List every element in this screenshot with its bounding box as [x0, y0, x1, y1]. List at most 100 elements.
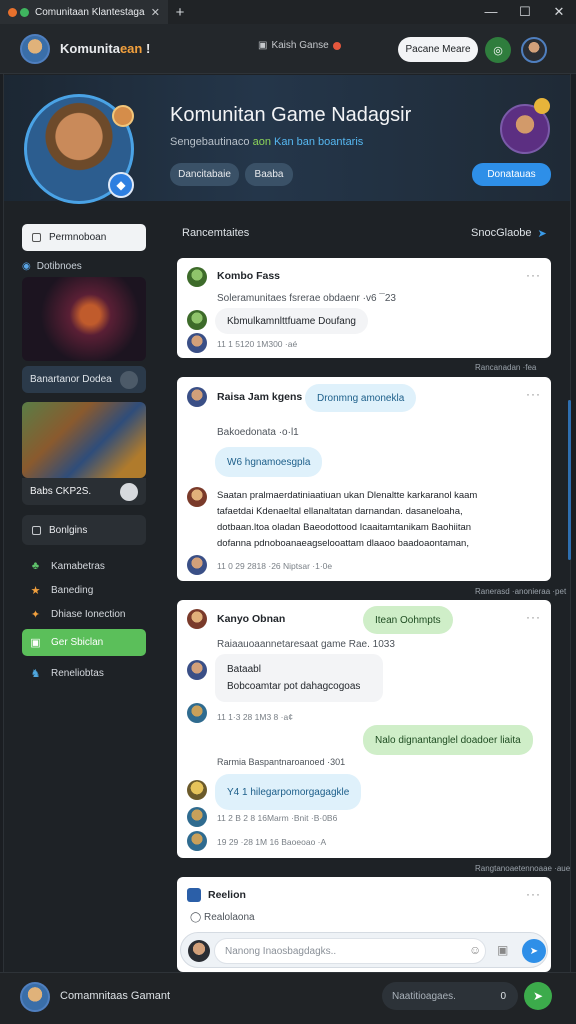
app-title: Komunitaean !	[60, 41, 150, 56]
featured-game-image-2[interactable]	[22, 402, 146, 478]
close-window-button[interactable]: ✕	[542, 4, 576, 20]
tab-close-icon[interactable]: ✕	[151, 6, 160, 19]
feed-sort-link[interactable]: SnocGlaobe ➤	[471, 227, 547, 240]
more-options-icon[interactable]: ···	[526, 387, 541, 401]
calendar-icon: ▣	[30, 637, 41, 649]
header-center-link[interactable]: ▣ Kaish Ganse	[258, 40, 341, 51]
reply-bubble-own: Nalo dignantanglel doadoer liaita	[363, 725, 533, 755]
card1-caption-text: Banartanor Dodea	[30, 374, 112, 385]
square-icon	[32, 525, 41, 535]
sidebar-item-4-active[interactable]: ▣ Ger Sbiclan	[22, 629, 146, 656]
reply-avatar[interactable]	[187, 310, 207, 330]
footer-avatar[interactable]	[20, 982, 50, 1012]
post-author[interactable]: Reelion	[208, 889, 246, 901]
app-title-main: Komunita	[60, 41, 120, 56]
header-status-icon[interactable]: ◎	[485, 37, 511, 63]
author-avatar[interactable]	[187, 387, 207, 407]
subtitle-plain: Sengebautinaco	[170, 136, 250, 148]
gamepad-icon: ▣	[258, 40, 268, 51]
app-logo-avatar[interactable]	[20, 33, 50, 64]
post-meta: 11 1·3 28 1M3 8 ·a¢	[217, 712, 293, 722]
footer-send-icon[interactable]: ➤	[524, 982, 552, 1010]
post-sub: ◯ Realolaona	[190, 912, 255, 923]
community-subtitle: Sengebautinaco aon Kan ban boantaris	[170, 136, 363, 148]
send-icon[interactable]: ➤	[522, 939, 546, 963]
reply-bubble: Kbmulkamnlttfuame Doufang	[215, 308, 368, 334]
member-badge-icon	[534, 98, 550, 114]
author-avatar[interactable]	[187, 267, 207, 287]
post-line: Bakoedonata ·o·l1	[217, 427, 299, 438]
user-avatar[interactable]	[521, 37, 547, 63]
tab-favicon-icon	[8, 7, 17, 17]
reply-avatar[interactable]	[187, 807, 207, 827]
featured-game-image-1[interactable]	[22, 277, 146, 361]
subtitle-green: aon	[252, 136, 271, 148]
app-header: Komunitaean ! ▣ Kaish Ganse Pacane Meare…	[0, 24, 576, 74]
post-separator-note: Ranerasd ·anonieraa ·pet	[475, 587, 567, 596]
sidebar-item-label: Baneding	[51, 584, 94, 596]
hero-pill-button-b[interactable]: Baaba	[245, 163, 293, 186]
sidebar-item-1[interactable]: ♣ Kamabetras	[22, 554, 146, 578]
tab-extension-icon	[20, 7, 29, 17]
post-sub-text: Realolaona	[203, 912, 255, 923]
sidebar-section-button[interactable]: Bonlgins	[22, 515, 146, 545]
sidebar-top-label: Permnoboan	[49, 232, 107, 243]
minimize-button[interactable]: —	[474, 4, 508, 20]
card2-action-icon[interactable]	[120, 482, 138, 501]
reply-avatar[interactable]	[187, 703, 207, 723]
more-options-icon[interactable]: ···	[526, 887, 541, 901]
post-body-line: dofanna pdnoboanaeagselooattam dlaaoo ba…	[217, 538, 469, 549]
more-options-icon[interactable]: ···	[526, 610, 541, 624]
post-author[interactable]: Kanyo Obnan	[217, 613, 285, 625]
maximize-button[interactable]: ☐	[508, 4, 542, 20]
reply-avatar[interactable]	[187, 333, 207, 353]
hero-primary-button[interactable]: Donatauas	[472, 163, 551, 186]
feed-post: Kombo Fass ··· Soleramunitaes fsrerae ob…	[177, 258, 551, 358]
post-line: Raiaauoaannetaresaat game Rae. 1033	[217, 639, 395, 650]
sidebar-item-2[interactable]: ★ Baneding	[22, 578, 146, 602]
subtitle-blue: Kan ban boantaris	[274, 136, 364, 148]
post-separator-note: Rancanadan ·fea	[475, 363, 537, 372]
footer-input-placeholder: Naatitioagaes.	[392, 990, 456, 1002]
reply-avatar[interactable]	[187, 487, 207, 507]
footer-input-mark: 0	[500, 990, 506, 1002]
new-tab-button[interactable]: +	[168, 4, 192, 21]
post-tag-bubble[interactable]: Itean Oohmpts	[363, 606, 453, 634]
notification-dot-icon	[332, 41, 341, 50]
window-controls: — ☐ ✕	[474, 4, 576, 20]
post-tag-bubble[interactable]: Dronmng amonekla	[305, 384, 417, 412]
reply-bubble: Y4 1 hilegarpomorgagagkle	[215, 774, 362, 810]
post-body-line: tafaetdai Kdenaeltal ellanaltatan darnan…	[217, 506, 463, 517]
header-action-button[interactable]: Pacane Meare	[398, 37, 478, 62]
emoji-icon[interactable]: ☺	[469, 943, 481, 957]
feed-heading: Rancemtaites	[182, 227, 250, 239]
reply-avatar[interactable]	[187, 780, 207, 800]
sidebar-top-button[interactable]: Permnoboan	[22, 224, 146, 251]
scrollbar-thumb[interactable]	[568, 400, 571, 560]
reply-bubble: W6 hgnamoesgpla	[215, 447, 323, 477]
sidebar-section-label: ◉ Dotibnoes	[22, 261, 82, 272]
image-icon[interactable]: ▣	[497, 943, 508, 957]
reply-avatar[interactable]	[187, 660, 207, 680]
author-avatar[interactable]	[187, 609, 207, 629]
post-meta: 19 29 ·28 1M 16 Baoeoao ·A	[217, 837, 327, 847]
featured-game-caption-1[interactable]: Banartanor Dodea	[22, 366, 146, 393]
sidebar-item-5[interactable]: ♞ Reneliobtas	[22, 661, 146, 685]
comment-input[interactable]: Nanong Inaosbagdagks..	[214, 938, 486, 964]
sidebar-item-label: Reneliobtas	[51, 667, 104, 679]
sidebar-item-3[interactable]: ✦ Dhiase Ionection	[22, 602, 146, 626]
reply-avatar[interactable]	[187, 555, 207, 575]
reply-avatar[interactable]	[187, 831, 207, 851]
hero-pill-button-a[interactable]: Dancitabaie	[170, 163, 239, 186]
post-author[interactable]: Kombo Fass	[217, 270, 280, 282]
featured-game-caption-2[interactable]: Babs CKP2S.	[22, 478, 146, 505]
feed-sort-label: SnocGlaobe	[471, 227, 532, 239]
card1-action-icon[interactable]	[120, 370, 138, 389]
feed-post: Kanyo Obnan Itean Oohmpts ··· Raiaauoaan…	[177, 600, 551, 858]
footer-chat-input[interactable]: Naatitioagaes. 0	[382, 982, 518, 1010]
browser-tab[interactable]: Comunitaan Klantestagan ✕	[0, 0, 168, 24]
composer-avatar	[188, 940, 210, 962]
star-icon: ★	[30, 584, 41, 597]
post-author[interactable]: Raisa Jam kgens	[217, 391, 302, 403]
more-options-icon[interactable]: ···	[526, 268, 541, 282]
